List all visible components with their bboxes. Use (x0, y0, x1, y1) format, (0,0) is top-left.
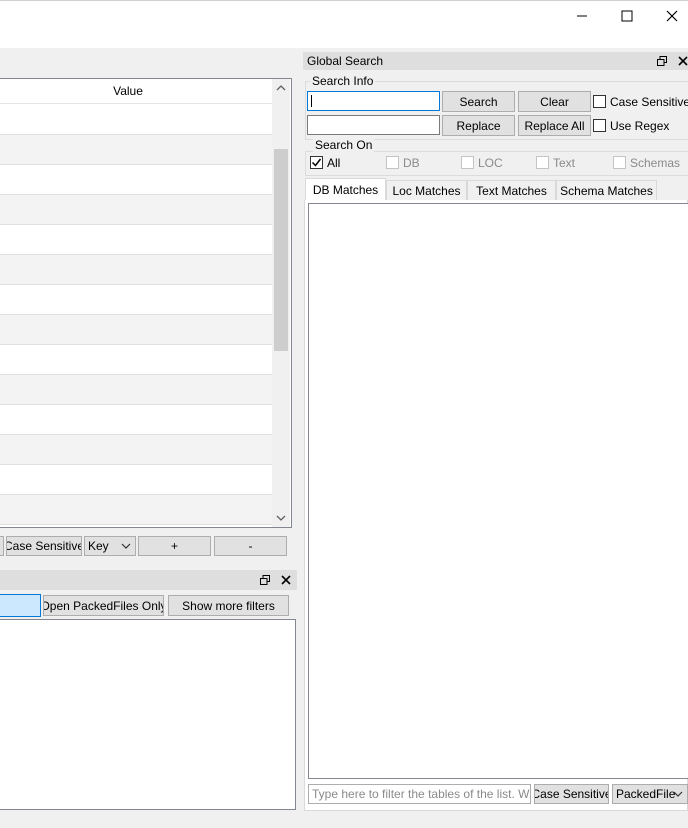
show-more-filters-button[interactable]: Show more filters (168, 595, 289, 616)
add-filter-label: + (170, 539, 178, 553)
tab-schema-matches[interactable]: Schema Matches (556, 180, 657, 200)
maximize-icon (621, 10, 633, 22)
table-rows (0, 105, 272, 525)
clear-button-label: Clear (540, 94, 569, 109)
close-icon[interactable] (281, 575, 291, 585)
replace-all-button[interactable]: Replace All (518, 115, 591, 136)
table-row[interactable] (0, 435, 272, 465)
table-row[interactable] (0, 285, 272, 315)
matches-filter-placeholder: Type here to filter the tables of the li… (312, 787, 531, 801)
matches-case-sensitive-label: Case Sensitive (534, 787, 609, 801)
table-row[interactable] (0, 165, 272, 195)
table-row[interactable] (0, 495, 272, 525)
minimize-button[interactable] (560, 4, 604, 28)
tab-text-matches-label: Text Matches (476, 183, 547, 198)
column-header-label: Value (113, 84, 143, 98)
window-titlebar (0, 0, 688, 48)
table-row[interactable] (0, 135, 272, 165)
filter-input[interactable] (0, 594, 41, 617)
matches-case-sensitive-button[interactable]: Case Sensitive (534, 784, 609, 804)
checkmark-icon (311, 158, 322, 167)
global-search-title: Global Search (307, 54, 384, 68)
global-search-titlebar: Global Search (303, 52, 688, 70)
open-packedfiles-only-label: Open PackedFiles Only (43, 598, 164, 613)
tab-text-matches[interactable]: Text Matches (467, 180, 556, 200)
scroll-up-icon[interactable] (275, 83, 287, 93)
search-info-label: Search Info (310, 74, 376, 88)
use-regex-label: Use Regex (610, 119, 670, 133)
search-button-label: Search (459, 94, 498, 109)
show-more-filters-label: Show more filters (182, 598, 275, 613)
text-caret (311, 95, 312, 107)
search-button[interactable]: Search (442, 91, 515, 112)
dock-titlebar (0, 570, 297, 590)
search-db-checkbox[interactable] (386, 156, 399, 169)
db-matches-tree[interactable] (308, 203, 688, 779)
column-select-value: Key (88, 539, 109, 553)
close-icon[interactable] (678, 56, 688, 66)
filter-input-edge[interactable] (0, 536, 4, 556)
tab-loc-matches[interactable]: Loc Matches (386, 180, 467, 200)
search-text-checkbox[interactable] (536, 156, 549, 169)
use-regex-checkbox[interactable] (593, 119, 606, 132)
matches-column-value: PackedFile (616, 787, 676, 801)
float-icon[interactable] (657, 56, 667, 66)
tab-db-matches-label: DB Matches (312, 183, 379, 197)
column-header-value[interactable]: Value (0, 79, 272, 104)
table-row[interactable] (0, 195, 272, 225)
minimize-icon (577, 15, 587, 17)
maximize-button[interactable] (605, 4, 649, 28)
table-row[interactable] (0, 405, 272, 435)
scroll-down-icon[interactable] (275, 513, 287, 523)
table-row[interactable] (0, 465, 272, 495)
replace-all-button-label: Replace All (524, 118, 585, 133)
table-row[interactable] (0, 315, 272, 345)
tab-db-matches[interactable]: DB Matches (305, 178, 386, 201)
chevron-down-icon (121, 543, 131, 549)
remove-filter-label: - (248, 539, 253, 553)
add-filter-button[interactable]: + (138, 536, 211, 556)
open-packedfiles-only-button[interactable]: Open PackedFiles Only (43, 595, 164, 616)
clear-button[interactable]: Clear (518, 91, 591, 112)
close-button[interactable] (650, 4, 688, 28)
chevron-down-icon (673, 791, 683, 797)
table-case-sensitive-label: Case Sensitive (6, 539, 82, 553)
replace-input[interactable] (307, 115, 440, 135)
data-table: Value (0, 78, 292, 528)
tab-schema-matches-label: Schema Matches (560, 183, 653, 198)
table-row[interactable] (0, 345, 272, 375)
case-sensitive-checkbox[interactable] (593, 95, 606, 108)
float-icon[interactable] (260, 575, 270, 585)
titlebar-border (0, 0, 688, 1)
tab-loc-matches-label: Loc Matches (392, 183, 461, 198)
matches-filter-input[interactable]: Type here to filter the tables of the li… (308, 784, 531, 804)
search-schemas-label: Schemas (630, 156, 681, 170)
search-loc-label: LOC (478, 156, 503, 170)
search-text-label: Text (553, 156, 576, 170)
matches-column-select[interactable]: PackedFile (612, 784, 688, 804)
table-row[interactable] (0, 105, 272, 135)
search-on-label: Search On (313, 138, 375, 152)
remove-filter-button[interactable]: - (214, 536, 287, 556)
table-row[interactable] (0, 225, 272, 255)
search-db-label: DB (403, 156, 420, 170)
search-all-checkbox[interactable] (310, 156, 323, 169)
case-sensitive-label: Case Sensitive (610, 95, 688, 109)
packedfile-tree[interactable] (0, 619, 296, 810)
column-select[interactable]: Key (84, 536, 136, 556)
close-icon (666, 10, 678, 22)
table-row[interactable] (0, 255, 272, 285)
table-case-sensitive-button[interactable]: Case Sensitive (6, 536, 82, 556)
search-loc-checkbox[interactable] (461, 156, 474, 169)
replace-button-label: Replace (456, 118, 501, 133)
scrollbar-thumb[interactable] (274, 149, 288, 351)
replace-button[interactable]: Replace (442, 115, 515, 136)
search-input[interactable] (307, 91, 440, 111)
table-scrollbar[interactable] (272, 79, 290, 527)
search-all-label: All (327, 156, 341, 170)
table-row[interactable] (0, 375, 272, 405)
search-schemas-checkbox[interactable] (613, 156, 626, 169)
